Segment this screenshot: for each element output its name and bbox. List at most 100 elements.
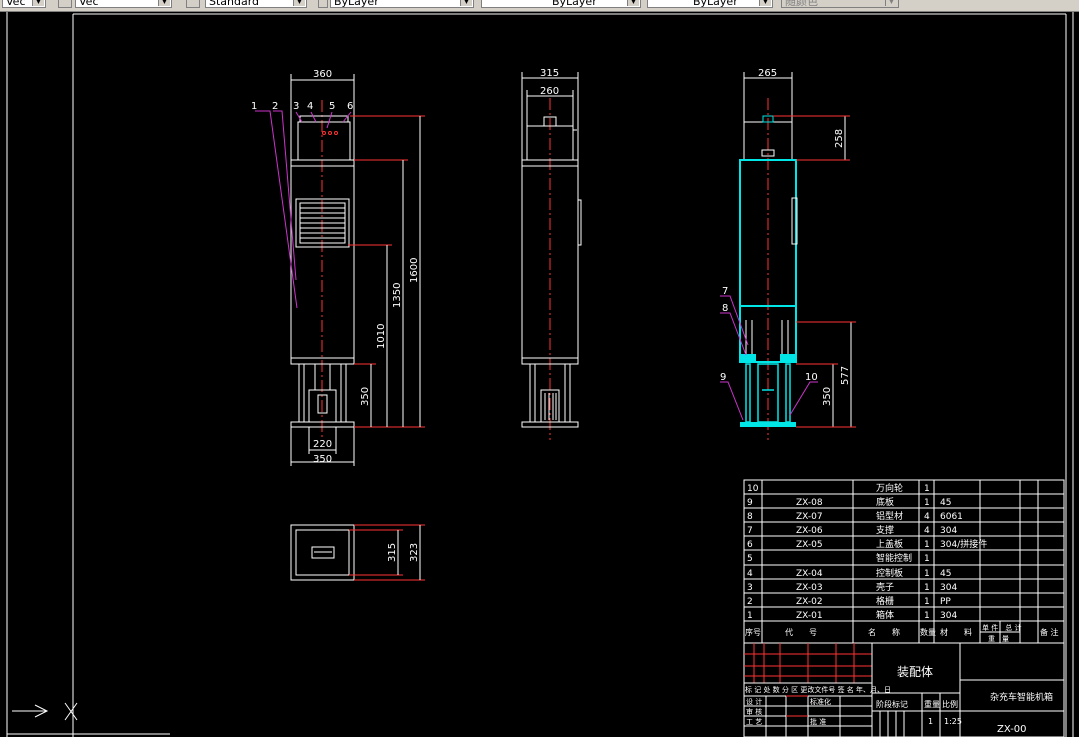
dim-text: 350 [822,387,833,406]
side-handle [577,199,582,246]
balloon-label: 6 [347,101,353,112]
section-foot [740,354,756,361]
bom-cell-code: ZX-01 [796,611,823,621]
bom-header-material: 材 料 [940,627,972,637]
plot-style-dropdown: 随颜色 ▼ [781,0,899,8]
bom-header-no: 序号 [745,627,761,637]
bom-table: 10 万向轮 19 ZX-08 底板 1 458 ZX-07 铝型材 4 60617 ZX-06 支撑 4… [743,479,1065,644]
bom-cell-material: 304 [940,583,957,593]
chevron-down-icon[interactable]: ▼ [158,0,170,6]
bom-cell-no: 4 [747,569,753,579]
chevron-down-icon[interactable]: ▼ [627,0,639,6]
bom-cell-code: ZX-02 [796,597,823,607]
front-dim-texts: 360 220 350 1600 1350 1010 350 [313,69,420,465]
dim-text: 315 [387,543,398,562]
text-style-icon[interactable] [58,0,72,8]
section-dimensions [743,72,852,427]
bom-cell-name: 箱体 [876,609,894,621]
chevron-down-icon[interactable]: ▼ [759,0,771,6]
bom-cell-qty: 1 [924,498,930,508]
bom-cell-no: 1 [747,611,753,621]
section-leaders [720,295,818,421]
balloon-label: 4 [307,101,313,112]
bom-cell-material: PP [940,597,951,607]
bom-cell-qty: 1 [924,540,930,550]
dim-text: 323 [409,543,420,562]
balloon-label: 9 [720,372,726,383]
design-label: 设 计 [746,697,762,706]
drawing-title: 杂充车智能机箱 [990,691,1053,703]
top-dim-texts: 315 323 [387,543,420,562]
bom-cell-no: 6 [747,540,753,550]
toolbar: Vec ▼ Vec ▼ Standard ▼ ByLayer ▼ ByLayer ▼ By… [0,0,1079,12]
section-dim-texts: 265 258 577 350 [758,68,851,406]
front-balloons: 1 2 3 4 5 6 [251,101,353,112]
chevron-down-icon[interactable]: ▼ [32,0,44,6]
bom-cell-name: 壳子 [876,581,894,593]
dim-text: 360 [313,69,332,80]
color-dropdown[interactable]: ByLayer ▼ [330,0,474,8]
bom-header-unit-total: 单 件 总 计 [982,623,1021,632]
bom-header-remark: 备 注 [1040,627,1059,637]
front-top-lid [299,115,349,123]
chevron-down-icon[interactable]: ▼ [460,0,472,6]
weight-label: 重量 [924,699,940,709]
approve-label: 批 准 [810,717,826,726]
bom-cell-code: ZX-08 [796,498,823,508]
dim-text: 258 [834,129,845,148]
bom-cell-name: 铝型材 [876,510,903,522]
bom-cell-material: 304 [940,526,957,536]
dim-text: 265 [758,68,777,79]
front-leaders [255,110,352,309]
bom-cell-material: 45 [940,498,951,508]
bom-cell-code: ZX-07 [796,512,823,522]
bom-header-name: 名 称 [868,627,900,637]
lineweight-value: ByLayer [693,0,738,8]
text-style-dropdown[interactable]: Vec ▼ [75,0,172,8]
dim-text: 1010 [376,324,387,349]
bom-cell-no: 3 [747,583,753,593]
lineweight-dropdown[interactable]: ByLayer ▼ [647,0,773,8]
bom-cell-no: 5 [747,554,753,564]
front-top-box [297,121,351,161]
indicator-light [328,131,332,135]
front-base-frame [290,363,355,428]
side-dim-texts: 315 260 [540,68,559,97]
linetype-scale-value: Vec [6,0,26,8]
chevron-down-icon: ▼ [885,0,897,6]
layer-icon[interactable] [318,0,328,8]
dim-text: 220 [313,439,332,450]
bom-cell-code: ZX-05 [796,540,823,550]
top-view: 315 323 [290,524,425,581]
chevron-down-icon[interactable]: ▼ [293,0,305,6]
bom-cell-no: 8 [747,512,753,522]
dim-text: 260 [540,86,559,97]
standard-label: 标准化 [810,697,831,706]
bom-cell-qty: 1 [924,484,930,494]
bom-cell-qty: 4 [924,526,930,536]
stage-label: 阶段标记 [876,699,908,709]
qty-value: 1 [928,717,933,726]
drawing-canvas[interactable]: 1 2 3 4 5 6 360 220 350 1600 1350 1010 3… [0,12,1079,737]
dim-text: 1600 [409,258,420,283]
balloon-label: 10 [805,372,818,383]
linetype-scale-field[interactable]: Vec ▼ [2,0,46,8]
dim-text: 577 [840,366,851,385]
section-foot [780,354,796,361]
scale-value: 1:25 [944,717,962,726]
linetype-dropdown[interactable]: ByLayer ▼ [481,0,641,8]
text-style-prefix: Vec [79,0,99,8]
bom-cell-no: 2 [747,597,753,607]
dim-style-dropdown[interactable]: Standard ▼ [205,0,307,8]
bom-cell-name: 底板 [876,496,894,508]
bom-cell-qty: 1 [924,569,930,579]
dim-style-icon[interactable] [186,0,200,8]
bom-cell-name: 控制板 [876,567,903,579]
balloon-label: 1 [251,101,257,112]
color-value: ByLayer [334,0,379,8]
plot-style-value: 随颜色 [785,0,818,8]
dim-text: 1350 [392,283,403,308]
scale-label: 比例 [942,699,958,709]
dim-text: 350 [360,387,371,406]
balloon-label: 2 [272,101,278,112]
